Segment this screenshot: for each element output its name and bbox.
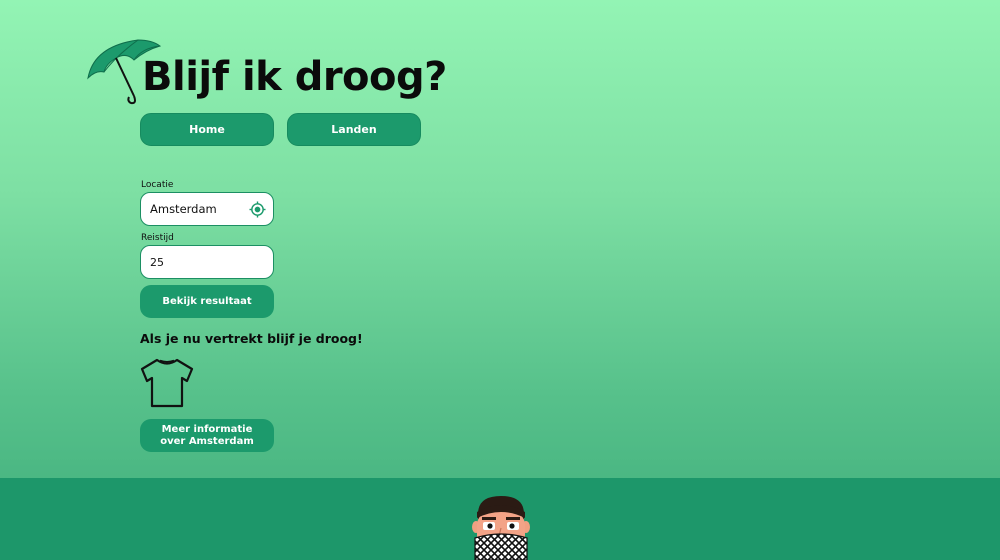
location-value: Amsterdam <box>150 202 217 216</box>
traveltime-label: Reistijd <box>141 233 174 243</box>
avatar-icon <box>472 496 530 560</box>
show-result-button[interactable]: Bekijk resultaat <box>140 285 274 318</box>
result-message: Als je nu vertrekt blijf je droog! <box>140 331 363 346</box>
nav-home-button[interactable]: Home <box>140 113 274 146</box>
location-input[interactable]: Amsterdam <box>140 192 274 226</box>
page-title: Blijf ik droog? <box>142 54 447 100</box>
nav-landen-button[interactable]: Landen <box>287 113 421 146</box>
location-label: Locatie <box>141 180 174 190</box>
locate-target-icon[interactable] <box>249 201 266 218</box>
traveltime-input[interactable]: 25 <box>140 245 274 279</box>
more-info-button[interactable]: Meer informatie over Amsterdam <box>140 419 274 452</box>
tshirt-icon <box>140 358 194 408</box>
traveltime-value: 25 <box>150 255 164 269</box>
